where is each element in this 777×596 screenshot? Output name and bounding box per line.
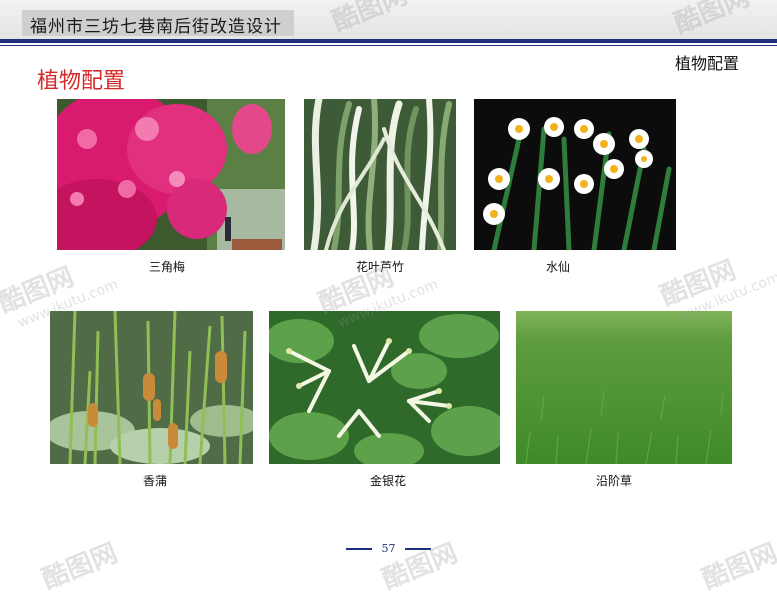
caption-mondo-grass: 沿阶草: [595, 474, 633, 488]
caption-bougainvillea: 三角梅: [148, 260, 186, 274]
page-footer: 57: [0, 538, 777, 557]
header-rule-thick: [0, 39, 777, 43]
page-number: 57: [381, 542, 396, 555]
caption-honeysuckle: 金银花: [369, 474, 407, 488]
section-tag: 植物配置: [674, 54, 739, 73]
caption-variegated-reed: 花叶芦竹: [355, 260, 405, 274]
photo-narcissus: [474, 99, 676, 250]
photo-mondo-grass: [516, 311, 732, 464]
page-heading: 植物配置: [37, 69, 126, 94]
caption-cattail: 香蒲: [142, 474, 168, 488]
photo-honeysuckle: [269, 311, 500, 464]
document-title: 福州市三坊七巷南后街改造设计: [30, 17, 282, 37]
caption-narcissus: 水仙: [545, 260, 571, 274]
photo-bougainvillea: [57, 99, 285, 250]
photo-variegated-reed: [304, 99, 456, 250]
footer-line-left: [346, 547, 373, 550]
photo-cattail: [50, 311, 253, 464]
footer-line-right: [404, 547, 431, 550]
header-rule-thin: [0, 45, 777, 46]
